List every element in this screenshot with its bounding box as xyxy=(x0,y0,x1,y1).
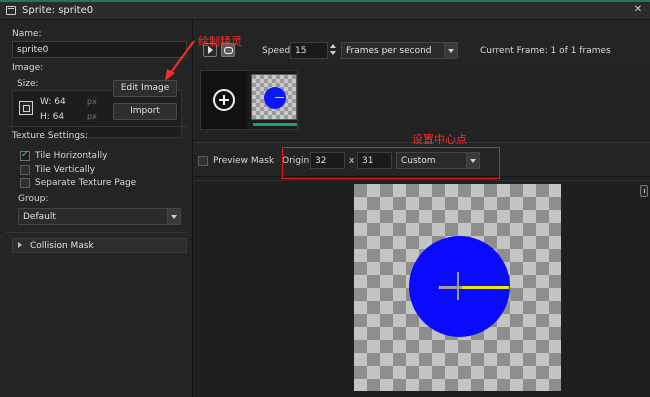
playback-toolbar: Speed: 15 Frames per second Current Fram… xyxy=(194,20,650,65)
origin-crosshair-vertical xyxy=(457,272,459,300)
height-value: H: 64 xyxy=(40,112,65,122)
title-bar: Sprite: sprite0 ✕ xyxy=(0,2,650,20)
divider xyxy=(6,232,188,233)
tile-vertically-checkbox[interactable] xyxy=(20,165,30,175)
frame-strip xyxy=(200,70,298,130)
divider xyxy=(6,126,188,127)
tile-vertically-label: Tile Vertically xyxy=(35,165,96,175)
annotation-set-center: 设置中心点 xyxy=(412,133,467,146)
window-title: Sprite: sprite0 xyxy=(22,5,94,16)
width-value: W: 64 xyxy=(40,97,66,107)
sprite-canvas[interactable] xyxy=(354,184,561,391)
selected-frame-indicator xyxy=(253,123,297,126)
tile-horizontally-label: Tile Horizontally xyxy=(35,151,108,161)
speed-label: Speed: xyxy=(262,46,294,56)
name-label: Name: xyxy=(12,29,42,39)
window-icon xyxy=(6,6,16,15)
chevron-right-icon xyxy=(18,242,22,248)
group-select[interactable]: Default xyxy=(18,208,181,225)
speed-input[interactable]: 15 xyxy=(290,42,328,59)
annotation-arrow xyxy=(165,40,195,81)
height-unit: px xyxy=(87,112,97,121)
group-value: Default xyxy=(23,212,56,222)
frame-thumbnail[interactable] xyxy=(251,74,297,120)
texture-settings-label: Texture Settings: xyxy=(12,131,88,141)
separate-texture-page-label: Separate Texture Page xyxy=(35,178,137,188)
annotation-highlight-box xyxy=(282,147,500,179)
resize-icon[interactable] xyxy=(19,101,33,115)
separate-texture-page-checkbox[interactable] xyxy=(20,178,30,188)
annotation-draw-sprite: 绘制精灵 xyxy=(198,35,242,48)
sprite-thumbnail-circle xyxy=(264,87,286,109)
plus-icon xyxy=(213,89,235,111)
group-label: Group: xyxy=(18,194,49,204)
collision-mask-label: Collision Mask xyxy=(30,241,94,251)
collision-mask-section[interactable]: Collision Mask xyxy=(12,238,187,253)
sprite-editor-window: Sprite: sprite0 ✕ Name: sprite0 Image: S… xyxy=(0,0,650,397)
preview-mask-checkbox[interactable] xyxy=(198,156,208,166)
sprite-canvas-area[interactable] xyxy=(194,180,650,397)
tile-horizontally-checkbox[interactable] xyxy=(20,149,30,161)
width-unit: px xyxy=(87,97,97,106)
edit-image-button[interactable]: Edit Image xyxy=(113,80,177,97)
chevron-down-icon xyxy=(167,209,180,224)
canvas-scroll-handle[interactable] xyxy=(640,185,648,197)
speed-stepper-icon[interactable] xyxy=(328,42,338,58)
image-label: Image: xyxy=(12,63,44,73)
size-label: Size: xyxy=(17,79,39,89)
speed-unit-select[interactable]: Frames per second xyxy=(341,42,458,59)
chevron-down-icon xyxy=(444,43,457,58)
close-icon[interactable]: ✕ xyxy=(632,4,644,16)
frames-panel: Speed: 15 Frames per second Current Fram… xyxy=(194,20,650,397)
current-frame-text: Current Frame: 1 of 1 frames xyxy=(480,46,611,56)
import-button[interactable]: Import xyxy=(113,103,177,120)
add-frame-button[interactable] xyxy=(201,71,246,129)
speed-unit-value: Frames per second xyxy=(346,46,432,56)
preview-mask-label: Preview Mask xyxy=(213,156,275,166)
